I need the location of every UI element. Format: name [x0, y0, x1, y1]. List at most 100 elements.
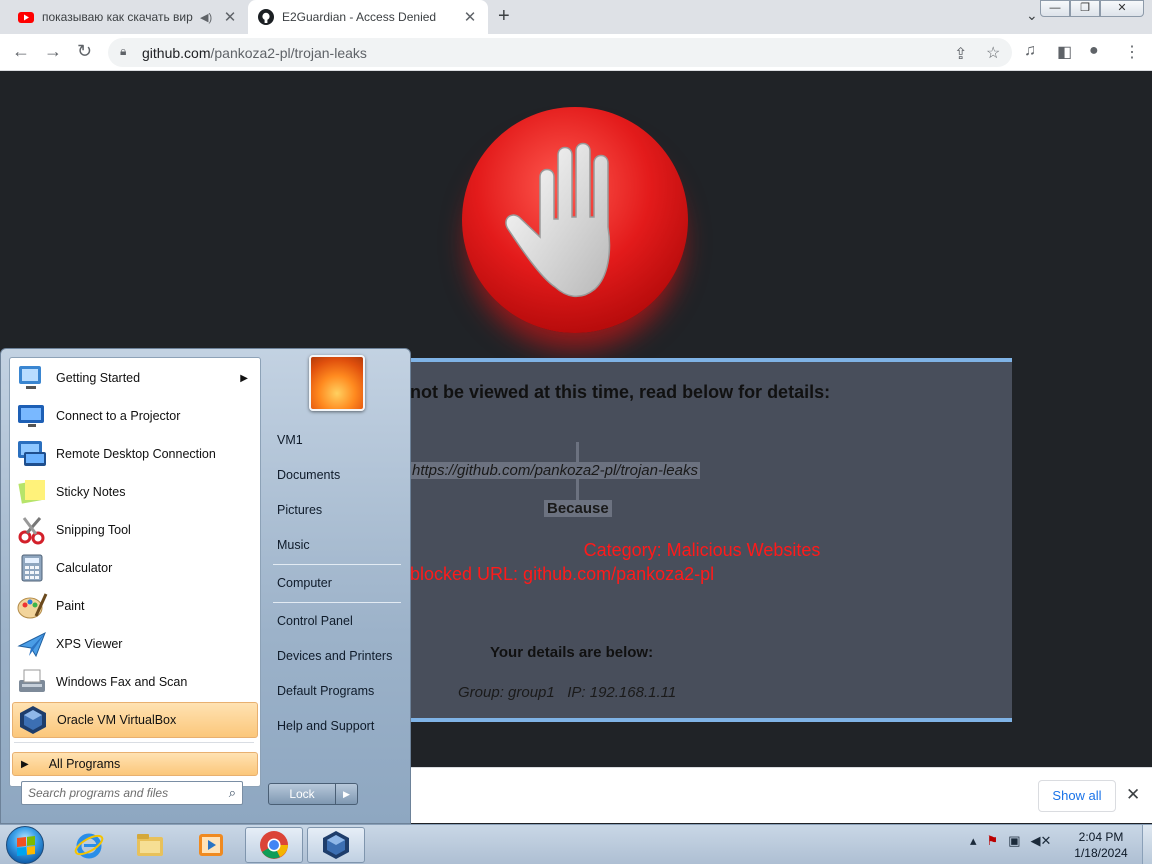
url-path: /pankoza2-pl/trojan-leaks [210, 45, 367, 61]
bookmark-star-icon[interactable]: ☆ [986, 43, 1000, 63]
taskbar: ▴ ⚑ ▣ ◀✕ 2:04 PM 1/18/2024 [0, 824, 1152, 864]
tab-e2guardian[interactable]: E2Guardian - Access Denied ✕ [248, 0, 488, 34]
url-text[interactable]: github.com/pankoza2-pl/trojan-leaks [142, 45, 367, 61]
link-documents[interactable]: Documents [269, 461, 403, 489]
windows-logo-icon [17, 836, 35, 856]
close-button[interactable]: ✕ [1100, 0, 1144, 17]
speaker-icon[interactable]: ◀) [200, 11, 216, 24]
program-virtualbox[interactable]: Oracle VM VirtualBox [12, 702, 258, 738]
program-projector[interactable]: Connect to a Projector [12, 398, 258, 434]
snipping-tool-icon [18, 517, 45, 545]
program-getting-started[interactable]: Getting Started ▶ [12, 360, 258, 396]
submenu-arrow-icon: ▶ [240, 372, 248, 384]
profile-avatar-icon[interactable]: ● [1089, 42, 1099, 60]
program-label: Paint [56, 599, 85, 613]
lock-icon[interactable]: 🔒︎ [120, 44, 126, 59]
link-computer[interactable]: Computer [269, 569, 403, 597]
system-tray: ▴ ⚑ ▣ ◀✕ [970, 833, 1051, 849]
xps-viewer-icon [17, 631, 46, 658]
taskbar-virtualbox[interactable] [307, 827, 365, 863]
fax-scan-icon [19, 669, 45, 692]
taskbar-chrome[interactable] [245, 827, 303, 863]
divider [273, 602, 401, 603]
projector-icon [18, 405, 44, 427]
program-label: Remote Desktop Connection [56, 447, 216, 461]
browser-toolbar: ← → ↻ 🔒︎ github.com/pankoza2-pl/trojan-l… [0, 34, 1152, 71]
show-all-button[interactable]: Show all [1038, 780, 1116, 812]
tab-close-icon[interactable]: ✕ [222, 8, 238, 26]
start-button[interactable] [6, 826, 44, 864]
taskbar-internet-explorer[interactable] [60, 827, 118, 863]
virtualbox-icon [20, 706, 46, 734]
address-bar[interactable]: 🔒︎ github.com/pankoza2-pl/trojan-leaks ⇪… [108, 38, 1012, 67]
program-remote-desktop[interactable]: Remote Desktop Connection [12, 436, 258, 472]
program-calculator[interactable]: Calculator [12, 550, 258, 586]
start-menu: Getting Started ▶ Connect to a Projector… [0, 348, 411, 824]
blocked-reason-text: blocked URL: github.com/pankoza2-pl [410, 564, 715, 584]
new-tab-button[interactable]: + [498, 5, 510, 28]
media-player-icon [199, 834, 223, 856]
search-placeholder: Search programs and files [28, 786, 169, 800]
start-search-input[interactable]: Search programs and files ⌕ [21, 781, 243, 805]
taskbar-media-player[interactable] [182, 827, 240, 863]
program-fax-scan[interactable]: Windows Fax and Scan [12, 664, 258, 700]
link-pictures[interactable]: Pictures [269, 496, 403, 524]
forward-icon[interactable]: → [44, 41, 62, 62]
network-icon[interactable]: ▣ [1008, 833, 1020, 849]
program-xps-viewer[interactable]: XPS Viewer [12, 626, 258, 662]
programs-pane: Getting Started ▶ Connect to a Projector… [9, 357, 261, 787]
action-center-flag-icon[interactable]: ⚑ [987, 833, 999, 849]
tab-title: E2Guardian - Access Denied [282, 10, 437, 24]
because-label: Because [544, 500, 612, 517]
calculator-icon [21, 554, 43, 582]
link-user-folder[interactable]: VM1 [269, 426, 403, 454]
program-label: Oracle VM VirtualBox [57, 713, 177, 727]
back-icon[interactable]: ← [12, 41, 30, 62]
url-host: github.com [142, 45, 211, 61]
chrome-icon [260, 831, 288, 859]
taskbar-file-explorer[interactable] [121, 827, 179, 863]
show-desktop-button[interactable] [1142, 825, 1152, 864]
internet-explorer-icon [74, 833, 104, 859]
media-controls-icon[interactable]: ♫ [1024, 42, 1036, 60]
tab-search-chevron-icon[interactable]: ⌄ [1026, 7, 1038, 24]
download-bar-close-icon[interactable]: ✕ [1126, 785, 1140, 805]
github-icon [258, 9, 274, 25]
lock-button[interactable]: Lock [268, 783, 336, 805]
show-hidden-icons-icon[interactable]: ▴ [970, 833, 977, 849]
blocked-url-text: https://github.com/pankoza2-pl/trojan-le… [410, 462, 700, 479]
divider [14, 742, 254, 743]
side-panel-icon[interactable]: ◧ [1057, 42, 1072, 62]
program-snipping-tool[interactable]: Snipping Tool [12, 512, 258, 548]
menu-kebab-icon[interactable]: ⋮ [1124, 42, 1140, 62]
program-label: Snipping Tool [56, 523, 131, 537]
tab-strip: показываю как скачать вир ◀) ✕ E2Guardia… [0, 0, 1152, 34]
volume-muted-icon[interactable]: ◀✕ [1030, 833, 1051, 849]
system-clock[interactable]: 2:04 PM 1/18/2024 [1066, 829, 1136, 861]
restore-button[interactable]: ❐ [1070, 0, 1100, 17]
search-icon[interactable]: ⌕ [229, 785, 236, 801]
all-programs-button[interactable]: ▶ All Programs [12, 752, 258, 776]
link-default-programs[interactable]: Default Programs [269, 677, 403, 705]
link-help-support[interactable]: Help and Support [269, 712, 403, 740]
details-values: Group: group1 IP: 192.168.1.11 [458, 684, 677, 701]
program-sticky-notes[interactable]: Sticky Notes [12, 474, 258, 510]
details-heading: Your details are below: [490, 644, 654, 661]
tab-close-icon[interactable]: ✕ [462, 8, 478, 26]
minimize-button[interactable]: — [1040, 0, 1070, 17]
user-avatar[interactable] [309, 355, 365, 411]
reload-icon[interactable]: ↻ [77, 41, 92, 62]
program-paint[interactable]: Paint [12, 588, 258, 624]
details-panel: not be viewed at this time, read below f… [380, 358, 1012, 722]
window-controls: — ❐ ✕ [1040, 0, 1144, 17]
sticky-notes-icon [18, 480, 45, 504]
all-programs-label: All Programs [48, 757, 121, 771]
shutdown-options-arrow-icon[interactable]: ▶ [336, 783, 358, 805]
link-devices-printers[interactable]: Devices and Printers [269, 642, 403, 670]
link-music[interactable]: Music [269, 531, 403, 559]
getting-started-icon [19, 366, 41, 389]
clock-time: 2:04 PM [1078, 830, 1124, 844]
tab-youtube[interactable]: показываю как скачать вир ◀) ✕ [8, 0, 248, 34]
share-icon[interactable]: ⇪ [954, 44, 967, 64]
link-control-panel[interactable]: Control Panel [269, 607, 403, 635]
